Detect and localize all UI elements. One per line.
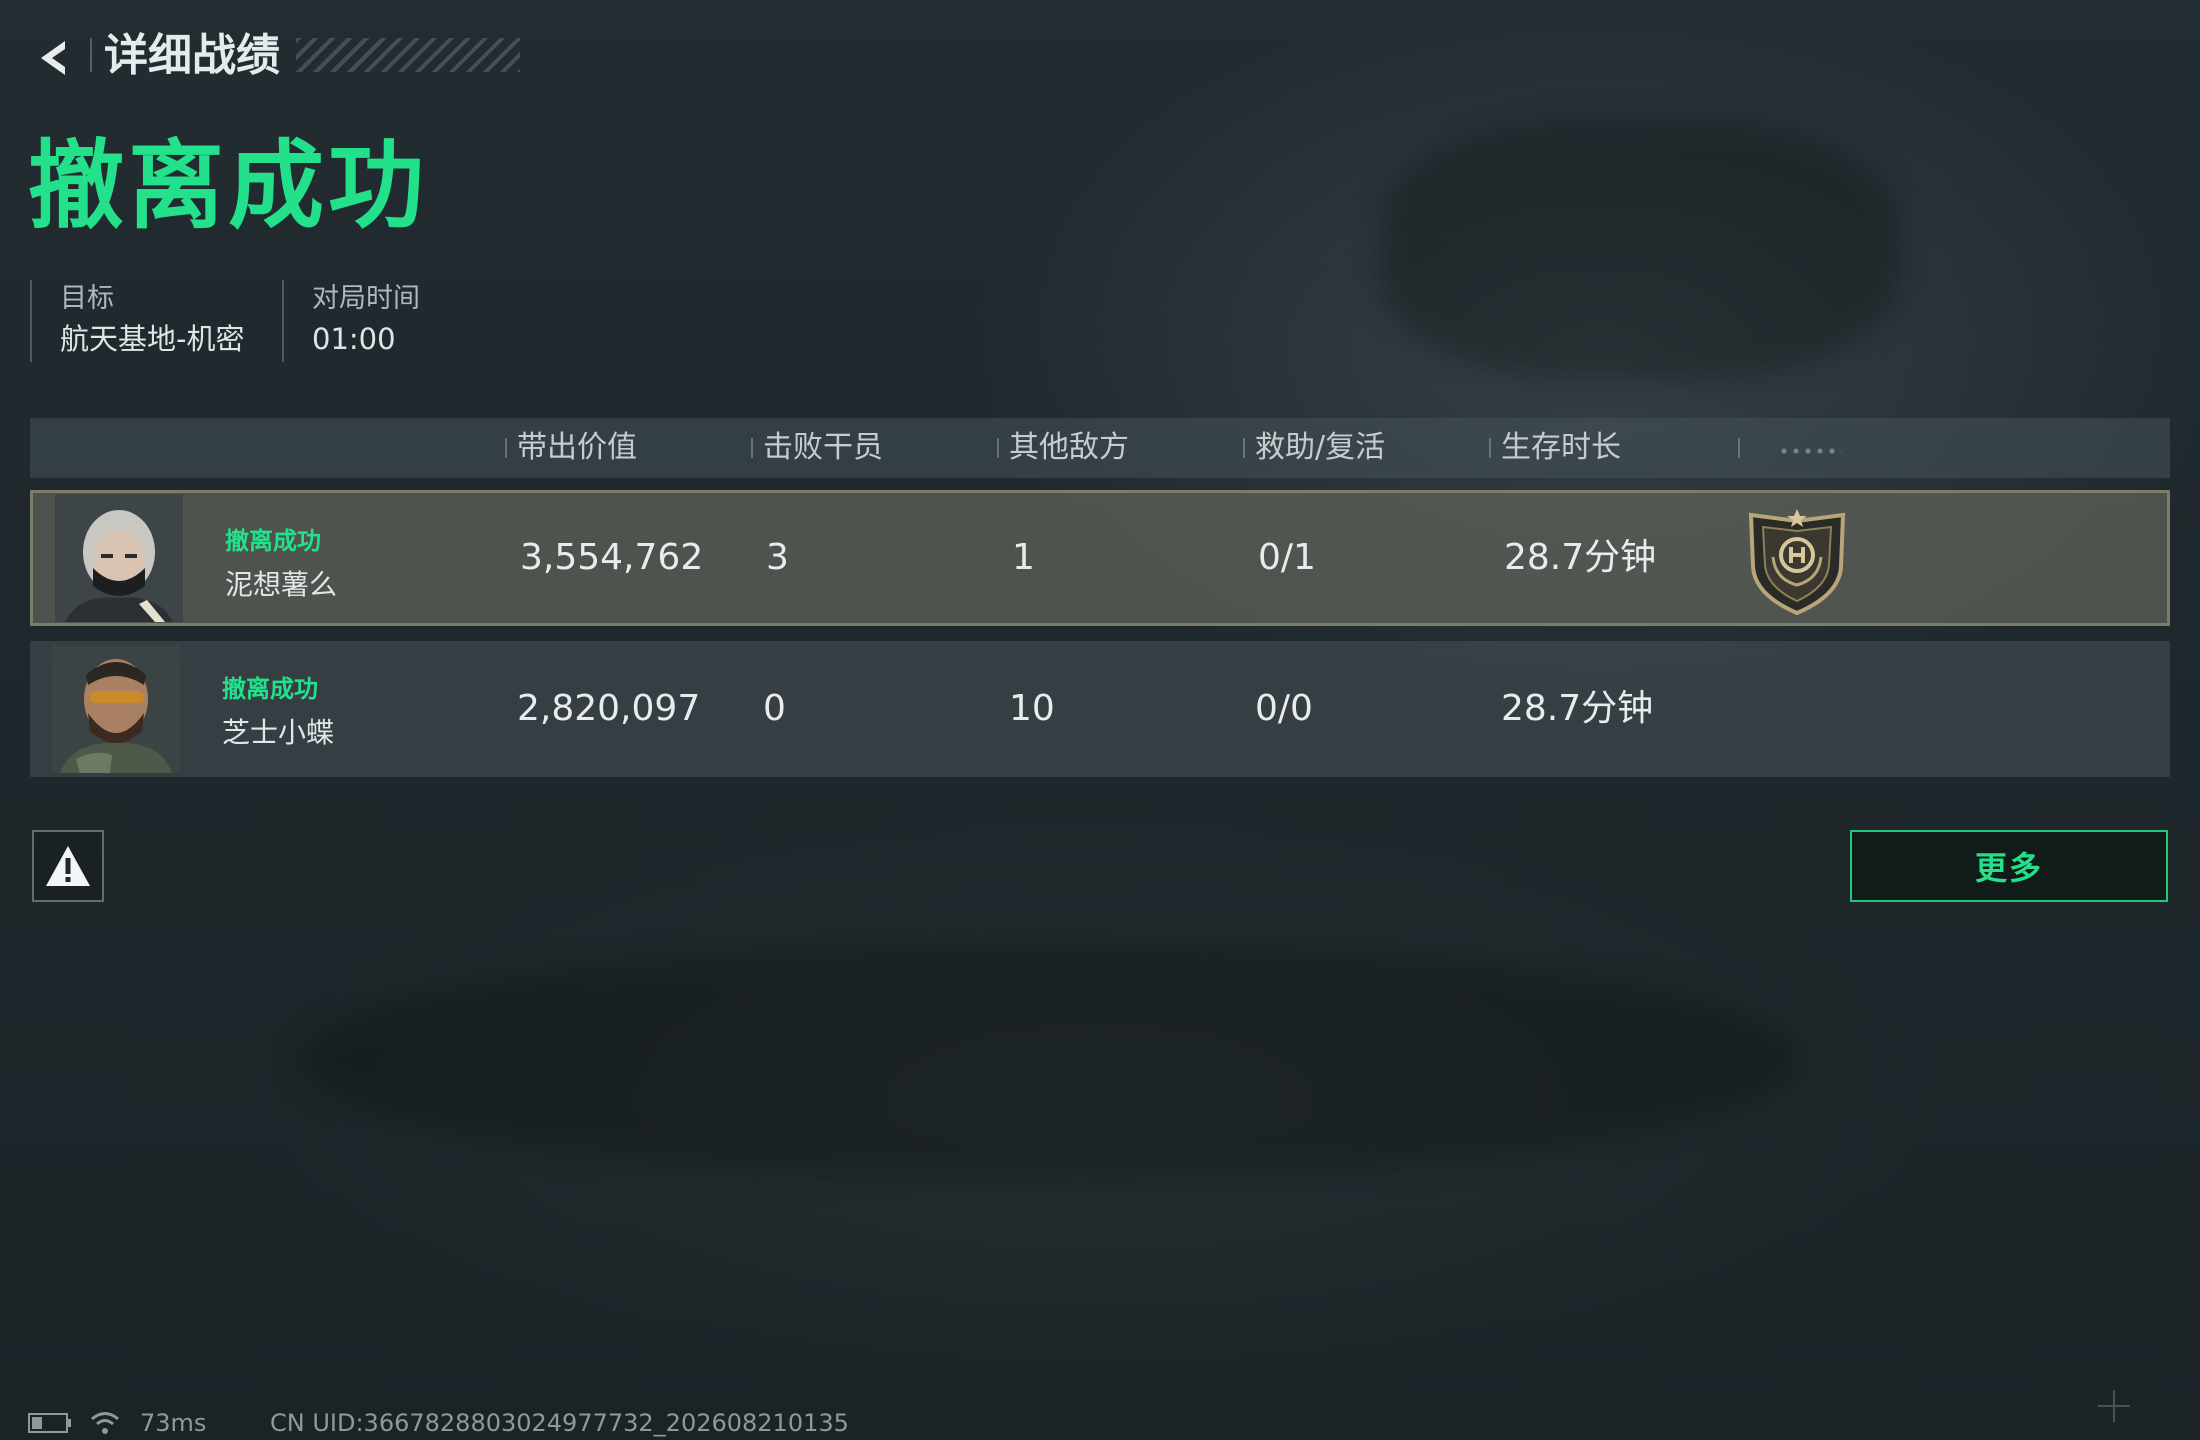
ping-readout: 73ms bbox=[140, 1409, 207, 1437]
report-button[interactable] bbox=[32, 830, 104, 902]
meta-match-time: 对局时间 01:00 bbox=[282, 280, 420, 362]
warning-icon bbox=[46, 846, 90, 886]
table-row[interactable]: 撤离成功 芝士小蝶 2,820,097 0 10 0/0 28.7分钟 bbox=[30, 641, 2170, 777]
user-uid: CN UID:3667828803024977732_202608210135 bbox=[270, 1409, 849, 1437]
header-divider bbox=[90, 38, 92, 72]
player-status: 撤离成功 bbox=[222, 675, 318, 703]
player-name: 芝士小蝶 bbox=[222, 716, 335, 749]
player-name: 泥想薯么 bbox=[225, 568, 338, 601]
meta-objective-label: 目标 bbox=[60, 283, 114, 314]
cell-survival: 28.7分钟 bbox=[1504, 537, 1657, 578]
column-header-assist-revive: 救助/复活 bbox=[1242, 418, 1385, 478]
avatar bbox=[55, 494, 183, 622]
wifi-icon bbox=[91, 1412, 119, 1434]
cell-survival: 28.7分钟 bbox=[1501, 688, 1654, 729]
plus-icon bbox=[2098, 1390, 2130, 1422]
cell-other-enemies: 1 bbox=[1012, 537, 1035, 578]
cell-kills: 0 bbox=[763, 688, 786, 729]
meta-objective: 目标 航天基地-机密 bbox=[30, 280, 244, 362]
background-figures-silhouette bbox=[300, 940, 1800, 1180]
cell-value: 2,820,097 bbox=[517, 688, 701, 729]
background-tower-silhouette bbox=[1380, 120, 1900, 380]
meta-objective-value: 航天基地-机密 bbox=[60, 322, 245, 356]
header-decoration-stripes bbox=[296, 38, 520, 72]
back-button[interactable] bbox=[24, 28, 84, 88]
more-button[interactable]: 更多 bbox=[1850, 830, 2168, 902]
operator-portrait-female-icon bbox=[55, 494, 183, 622]
column-header-kills: 击败干员 bbox=[751, 418, 883, 478]
mvp-shield-badge-icon[interactable] bbox=[1745, 507, 1849, 615]
cell-other-enemies: 10 bbox=[1009, 688, 1055, 729]
cell-assist-revive: 0/1 bbox=[1258, 537, 1316, 578]
page-title: 详细战绩 bbox=[104, 30, 280, 81]
column-header-value: 带出价值 bbox=[505, 418, 637, 478]
chevron-left-icon bbox=[41, 41, 65, 75]
column-header-other-enemies: 其他敌方 bbox=[997, 418, 1129, 478]
operator-portrait-male-icon bbox=[52, 645, 180, 773]
column-header-survival: 生存时长 bbox=[1489, 418, 1621, 478]
stats-table-header: 带出价值 击败干员 其他敌方 救助/复活 生存时长 bbox=[30, 418, 2170, 478]
table-row[interactable]: 撤离成功 泥想薯么 3,554,762 3 1 0/1 28.7分钟 bbox=[30, 490, 2170, 626]
player-status: 撤离成功 bbox=[225, 527, 321, 555]
cell-value: 3,554,762 bbox=[520, 537, 704, 578]
cell-assist-revive: 0/0 bbox=[1255, 688, 1313, 729]
column-header-dots-icon bbox=[1778, 446, 1842, 456]
avatar bbox=[52, 645, 180, 773]
extraction-result-title: 撤离成功 bbox=[28, 130, 428, 242]
cell-kills: 3 bbox=[766, 537, 789, 578]
meta-match-time-value: 01:00 bbox=[312, 322, 396, 356]
battery-icon bbox=[28, 1413, 71, 1433]
meta-match-time-label: 对局时间 bbox=[312, 283, 420, 314]
